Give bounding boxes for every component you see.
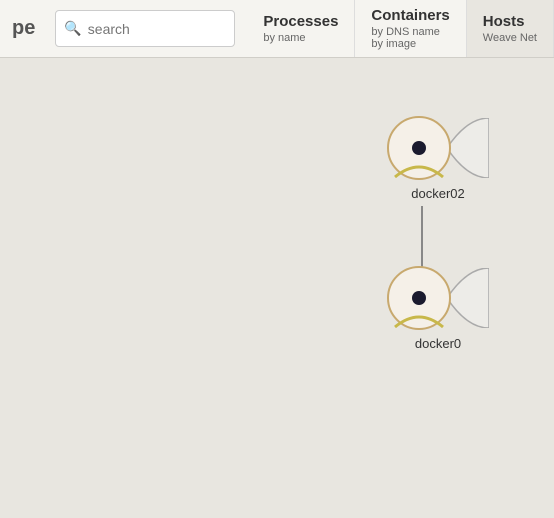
search-input[interactable]	[88, 21, 227, 37]
app-logo: pe	[0, 0, 43, 57]
search-container[interactable]: 🔍	[55, 10, 235, 47]
node-docker02[interactable]: docker02	[387, 116, 489, 201]
nav-containers-sub1: by DNS name	[371, 26, 449, 38]
nav-hosts-title: Hosts	[483, 13, 537, 30]
node-fan-docker0	[447, 268, 489, 328]
nav-items: Processes by name Containers by DNS name…	[247, 0, 554, 57]
node-arc-docker02	[387, 159, 451, 179]
main-content: docker02 docker0	[0, 58, 554, 518]
node-arc-docker0	[387, 309, 451, 329]
nav-processes-sub1: by name	[263, 32, 338, 44]
node-dot-docker02	[412, 141, 426, 155]
node-circle-docker0	[387, 266, 451, 330]
graph-area: docker02 docker0	[0, 58, 554, 518]
node-docker0[interactable]: docker0	[387, 266, 489, 351]
node-circle-docker02	[387, 116, 451, 180]
nav-group-processes[interactable]: Processes by name	[247, 0, 355, 57]
nav-containers-sub2: by image	[371, 38, 449, 50]
node-dot-docker0	[412, 291, 426, 305]
nav-containers-title: Containers	[371, 7, 449, 24]
node-label-docker0: docker0	[415, 336, 461, 351]
nav-hosts-sub1: Weave Net	[483, 32, 537, 44]
nav-processes-title: Processes	[263, 13, 338, 30]
node-label-docker02: docker02	[411, 186, 464, 201]
nav-group-containers[interactable]: Containers by DNS name by image	[355, 0, 466, 57]
search-icon: 🔍	[64, 20, 81, 37]
node-fan-docker02	[447, 118, 489, 178]
nav-group-hosts[interactable]: Hosts Weave Net	[467, 0, 554, 57]
navbar: pe 🔍 Processes by name Containers by DNS…	[0, 0, 554, 58]
